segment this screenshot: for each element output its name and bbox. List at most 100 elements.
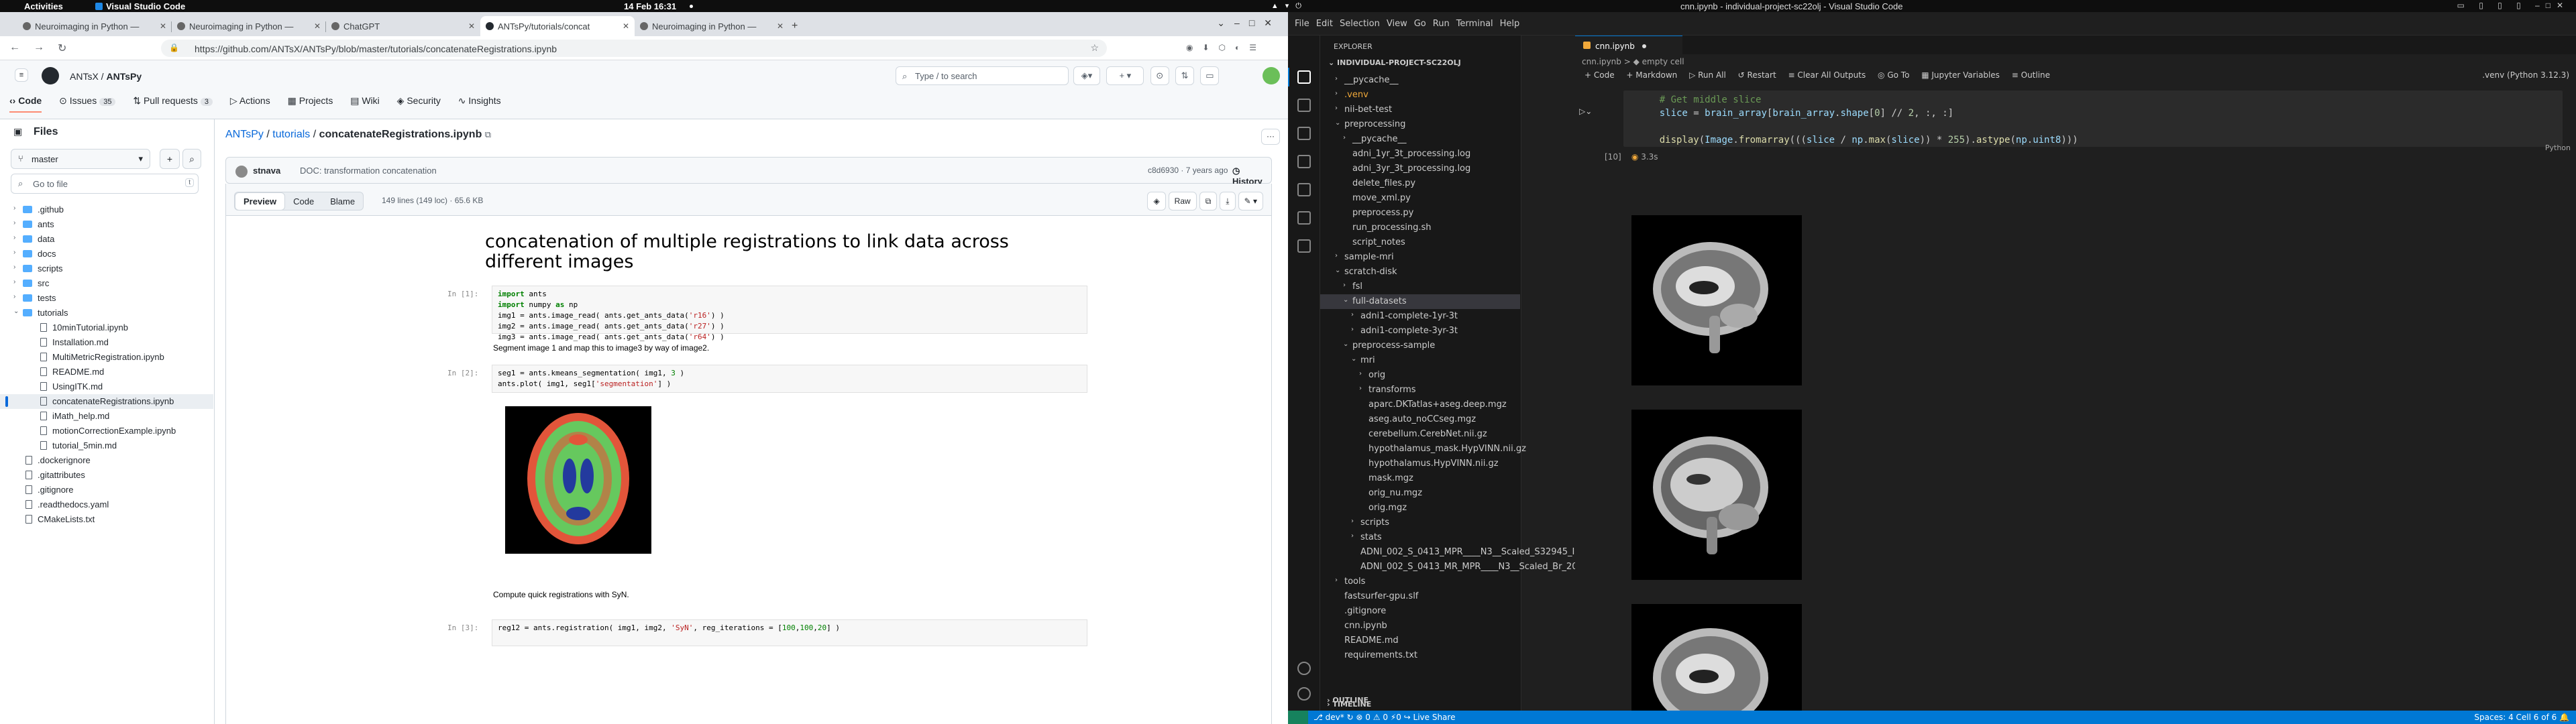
chevron-right-icon[interactable]: ›: [13, 234, 15, 241]
go-to-file-input[interactable]: ⌕ Go to file t: [11, 174, 199, 194]
menu-edit[interactable]: Edit: [1316, 19, 1333, 29]
clock[interactable]: 14 Feb 16:31: [624, 1, 676, 11]
status-left[interactable]: ⎇ dev* ↻ ⊗ 0 ⚠ 0 ⚡0 ↪ Live Share: [1313, 713, 1455, 722]
tree-file[interactable]: motionCorrectionExample.ipynb: [0, 424, 213, 438]
explorer-folder[interactable]: › orig: [1320, 368, 1520, 383]
menu-help[interactable]: Help: [1500, 19, 1520, 29]
chevron-right-icon[interactable]: ›: [1335, 90, 1338, 97]
explorer-file[interactable]: ADNI_002_S_0413_MPR____N3__Scaled_S32945…: [1320, 545, 1594, 560]
add-code-cell-button[interactable]: + Code: [1585, 70, 1615, 80]
inbox-icon[interactable]: ▭: [1200, 66, 1220, 85]
tree-file[interactable]: tutorial_5min.md: [0, 438, 213, 453]
restart-button[interactable]: ↺ Restart: [1738, 70, 1776, 80]
source-control-icon[interactable]: [1297, 127, 1311, 140]
lock-icon[interactable]: 🔒: [169, 43, 179, 52]
copilot-icon[interactable]: ◈: [1147, 192, 1166, 210]
chevron-right-icon[interactable]: ›: [13, 278, 15, 286]
tree-folder[interactable]: › docs: [0, 247, 213, 261]
issues-icon[interactable]: ⊙: [1150, 66, 1169, 85]
active-app-label[interactable]: Visual Studio Code: [106, 1, 185, 11]
explorer-folder[interactable]: › adni1-complete-1yr-3t: [1320, 309, 1520, 324]
search-files-button[interactable]: ⌕: [182, 149, 201, 169]
tab-insights[interactable]: ∿ Insights: [458, 95, 501, 112]
close-tab-icon[interactable]: ✕: [468, 21, 475, 31]
go-to-button[interactable]: ◎ Go To: [1878, 70, 1909, 80]
commit-sha[interactable]: c8d6930 · 7 years ago: [1148, 166, 1228, 175]
chevron-right-icon[interactable]: ›: [1359, 370, 1362, 377]
tree-folder[interactable]: › tests: [0, 291, 213, 306]
explorer-folder[interactable]: › adni1-complete-3yr-3t: [1320, 324, 1520, 339]
run-cell-icon[interactable]: ▷⌄: [1579, 107, 1592, 116]
owner-link[interactable]: ANTsX: [70, 71, 99, 82]
tab-actions[interactable]: ▷ Actions: [230, 95, 270, 112]
tab-issues[interactable]: ⊙ Issues 35: [59, 95, 116, 112]
chevron-right-icon[interactable]: ›: [13, 293, 15, 300]
explorer-file[interactable]: README.md: [1320, 634, 1520, 648]
activities-button[interactable]: Activities: [24, 1, 63, 11]
explorer-file[interactable]: delete_files.py: [1320, 176, 1520, 191]
close-tab-icon[interactable]: ✕: [160, 21, 166, 31]
menu-run[interactable]: Run: [1433, 19, 1450, 29]
github-logo-icon[interactable]: [42, 67, 59, 84]
menu-go[interactable]: Go: [1414, 19, 1426, 29]
extension-icons[interactable]: ◉⬇⬡◐☰: [1186, 43, 1266, 52]
explorer-folder[interactable]: ⌄ preprocess-sample: [1320, 339, 1520, 353]
forward-icon[interactable]: →: [34, 42, 44, 54]
explorer-file[interactable]: adni_3yr_3t_processing.log: [1320, 162, 1520, 176]
avatar[interactable]: [1263, 67, 1280, 84]
edit-icon[interactable]: ✎ ▾: [1238, 192, 1263, 210]
chevron-right-icon[interactable]: ›: [1343, 282, 1346, 289]
collapse-panel-icon[interactable]: ▣: [13, 126, 22, 137]
explorer-file[interactable]: requirements.txt: [1320, 648, 1520, 663]
commit-message[interactable]: DOC: transformation concatenation: [300, 166, 437, 176]
window-controls[interactable]: ▭ ▯ ▯ ▯ –□✕: [2457, 1, 2569, 10]
new-tab-icon[interactable]: +: [792, 20, 798, 32]
project-root[interactable]: ⌄ INDIVIDUAL-PROJECT-SC22OLJ: [1328, 58, 1461, 67]
tree-folder[interactable]: › src: [0, 276, 213, 291]
tree-file[interactable]: UsingITK.md: [0, 379, 213, 394]
explorer-file[interactable]: preprocess.py: [1320, 206, 1520, 221]
run-all-button[interactable]: ▷ Run All: [1689, 70, 1726, 80]
close-tab-icon[interactable]: ✕: [623, 21, 629, 31]
explorer-folder[interactable]: ⌄ full-datasets: [1320, 294, 1520, 309]
chevron-down-icon[interactable]: ⌄: [1335, 267, 1340, 274]
explorer-folder[interactable]: › __pycache__: [1320, 73, 1520, 88]
explorer-folder[interactable]: › sample-mri: [1320, 250, 1520, 265]
explorer-folder[interactable]: › .venv: [1320, 88, 1520, 103]
editor-tab-active[interactable]: cnn.ipynb: [1575, 36, 1682, 54]
unsaved-dot-icon[interactable]: [1642, 44, 1646, 48]
tab-code[interactable]: ‹› Code: [9, 95, 42, 113]
explorer-file[interactable]: fastsurfer-gpu.slf: [1320, 589, 1520, 604]
explorer-file[interactable]: hypothalamus.HypVINN.nii.gz: [1320, 457, 1520, 471]
chevron-right-icon[interactable]: ›: [13, 219, 15, 227]
bookmark-star-icon[interactable]: ☆: [1090, 42, 1099, 54]
chevron-down-icon[interactable]: ⌄: [1335, 119, 1340, 127]
explorer-icon[interactable]: [1297, 70, 1311, 84]
commit-author[interactable]: stnava: [253, 166, 280, 176]
cell-language[interactable]: Python: [2545, 143, 2571, 152]
explorer-folder[interactable]: › stats: [1320, 530, 1520, 545]
browser-window-controls[interactable]: ⌄–□✕: [1217, 17, 1281, 29]
code-cell[interactable]: # Get middle slice slice = brain_array[b…: [1623, 90, 2563, 147]
copilot-button[interactable]: ◈▾: [1073, 66, 1100, 85]
copy-icon[interactable]: ⧉: [1199, 192, 1218, 210]
download-icon[interactable]: ⤓: [1220, 192, 1236, 210]
tab-security[interactable]: ◈ Security: [397, 95, 441, 112]
explorer-file[interactable]: cerebellum.CerebNet.nii.gz: [1320, 427, 1520, 442]
extensions-icon[interactable]: [1297, 183, 1311, 196]
explorer-folder[interactable]: › __pycache__: [1320, 132, 1520, 147]
browser-tab[interactable]: ChatGPT ✕: [326, 16, 480, 36]
explorer-file[interactable]: hypothalamus_mask.HypVINN.nii.gz: [1320, 442, 1526, 457]
status-right[interactable]: Spaces: 4 Cell 6 of 6 🔔: [2474, 713, 2569, 722]
explorer-folder[interactable]: ⌄ preprocessing: [1320, 117, 1520, 132]
reload-icon[interactable]: ↻: [58, 42, 66, 55]
explorer-folder[interactable]: › nii-bet-test: [1320, 103, 1520, 117]
chevron-right-icon[interactable]: ›: [1335, 577, 1338, 584]
explorer-file[interactable]: ADNI_002_S_0413_MR_MPR____N3__Scaled_Br_…: [1320, 560, 1591, 575]
search-icon[interactable]: [1297, 99, 1311, 112]
tree-file[interactable]: .readthedocs.yaml: [0, 497, 213, 512]
tree-file[interactable]: concatenateRegistrations.ipynb: [0, 394, 213, 409]
testing-icon[interactable]: [1297, 211, 1311, 225]
explorer-file[interactable]: cnn.ipynb: [1320, 619, 1520, 634]
explorer-file[interactable]: run_processing.sh: [1320, 221, 1520, 235]
